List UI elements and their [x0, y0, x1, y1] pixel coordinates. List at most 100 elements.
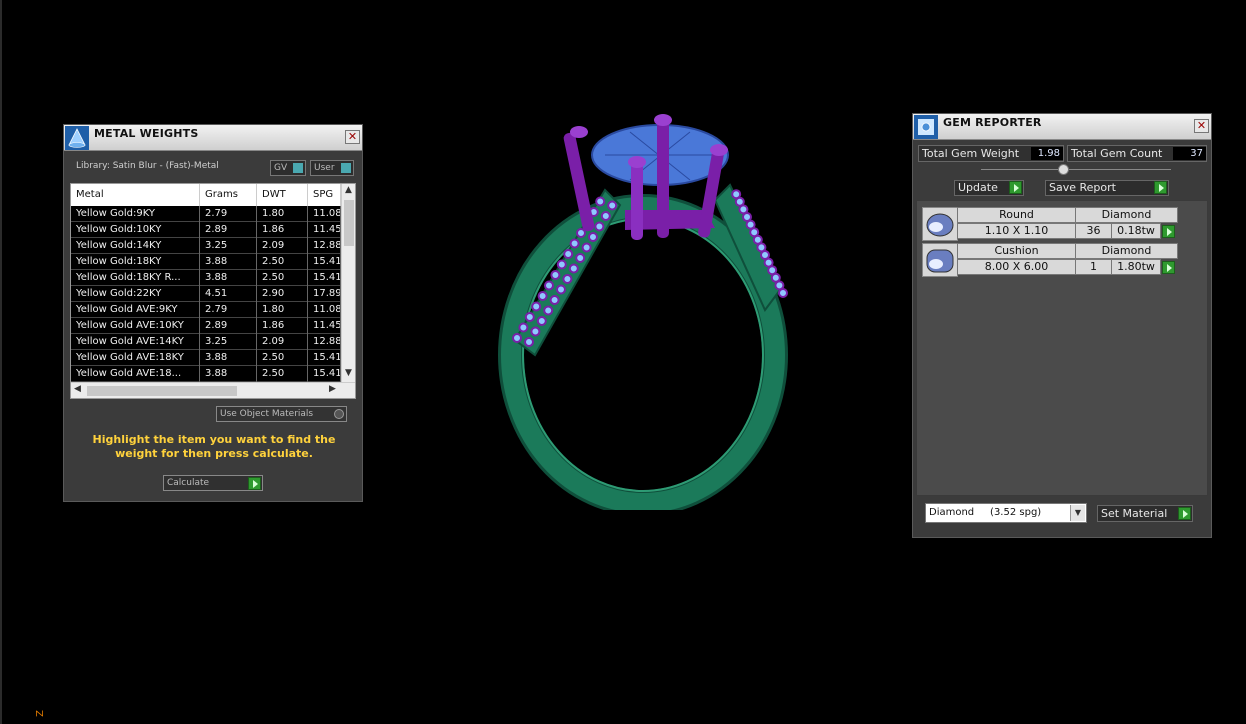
slider-handle[interactable]	[1058, 164, 1069, 175]
prong-tip	[654, 114, 672, 126]
play-arrow-icon[interactable]	[1162, 261, 1175, 274]
spg-cell: 11.45	[308, 222, 341, 238]
update-button[interactable]: Update	[954, 180, 1024, 196]
metal-cell: Yellow Gold:22KY	[71, 286, 200, 302]
table-row[interactable]: Yellow Gold:9KY 2.79 1.80 11.08	[71, 206, 341, 222]
grams-cell: 2.89	[200, 318, 257, 334]
metal-cell: Yellow Gold AVE:18...	[71, 366, 200, 382]
ring-3d-viewport[interactable]	[495, 110, 805, 510]
grams-cell: 3.88	[200, 366, 257, 382]
accent-stone	[531, 301, 542, 312]
play-arrow-icon[interactable]	[1162, 225, 1175, 238]
spg-cell: 12.88	[308, 238, 341, 254]
close-icon[interactable]: ✕	[1194, 119, 1209, 133]
vertical-scrollbar[interactable]: ▲ ▼	[341, 184, 355, 382]
gem-size: 8.00 X 6.00	[957, 259, 1076, 275]
grams-cell: 4.51	[200, 286, 257, 302]
metal-cell: Yellow Gold:10KY	[71, 222, 200, 238]
gem-weight: 0.18tw	[1111, 223, 1161, 239]
table-row[interactable]: Yellow Gold:14KY 3.25 2.09 12.88	[71, 238, 341, 254]
scroll-thumb[interactable]	[87, 386, 237, 396]
gem-row[interactable]: Cushion Diamond 8.00 X 6.00 1 1.80tw	[922, 243, 1180, 277]
play-arrow-icon	[1009, 181, 1022, 194]
table-row[interactable]: Yellow Gold AVE:18KY 3.88 2.50 15.41	[71, 350, 341, 366]
accent-stone	[594, 221, 605, 232]
scroll-left-icon[interactable]: ◀	[74, 384, 81, 394]
gv-toggle[interactable]: GV	[270, 160, 306, 176]
close-icon[interactable]: ✕	[345, 130, 360, 144]
use-object-materials-label: Use Object Materials	[220, 409, 314, 419]
total-gem-weight: Total Gem Weight 1.98	[918, 145, 1064, 162]
panel-title: METAL WEIGHTS	[94, 127, 199, 140]
dwt-cell: 2.50	[257, 350, 308, 366]
accent-stone	[543, 305, 554, 316]
scroll-up-icon[interactable]: ▲	[345, 185, 352, 195]
gem-count: 1	[1075, 259, 1112, 275]
update-label: Update	[958, 181, 998, 194]
metal-weights-titlebar[interactable]: METAL WEIGHTS ✕	[64, 125, 362, 151]
scroll-thumb[interactable]	[344, 200, 354, 246]
prong-tip	[628, 156, 646, 168]
cone-icon	[65, 126, 89, 150]
gem-type: Diamond	[1075, 207, 1178, 223]
round-gem-icon	[922, 207, 958, 241]
report-icon	[914, 115, 938, 139]
material-select-value: Diamond (3.52 spg)	[929, 507, 1042, 518]
set-material-button[interactable]: Set Material	[1097, 505, 1193, 522]
table-row[interactable]: Yellow Gold:18KY 3.88 2.50 15.41	[71, 254, 341, 270]
column-header-dwt[interactable]: DWT	[257, 184, 308, 206]
dwt-cell: 2.50	[257, 366, 308, 382]
calculate-button[interactable]: Calculate	[163, 475, 263, 491]
column-header-metal[interactable]: Metal	[71, 184, 200, 206]
radio-icon	[334, 409, 344, 419]
save-report-label: Save Report	[1049, 181, 1116, 194]
dwt-cell: 2.50	[257, 254, 308, 270]
gem-row[interactable]: Round Diamond 1.10 X 1.10 36 0.18tw	[922, 207, 1180, 241]
metal-table: Metal Grams DWT SPG Yellow Gold:9KY 2.79 1…	[70, 183, 356, 399]
scroll-down-icon[interactable]: ▼	[345, 368, 352, 378]
grams-cell: 3.25	[200, 238, 257, 254]
total-gem-count-label: Total Gem Count	[1071, 147, 1163, 160]
accent-stone	[556, 284, 566, 295]
table-row[interactable]: Yellow Gold AVE:14KY 3.25 2.09 12.88	[71, 334, 341, 350]
gem-type: Diamond	[1075, 243, 1178, 259]
spg-cell: 12.88	[308, 334, 341, 350]
table-row[interactable]: Yellow Gold:18KY R... 3.88 2.50 15.41	[71, 270, 341, 286]
total-gem-count-value: 37	[1173, 147, 1206, 160]
user-toggle[interactable]: User	[310, 160, 354, 176]
dwt-cell: 1.86	[257, 222, 308, 238]
column-header-grams[interactable]: Grams	[200, 184, 257, 206]
table-row[interactable]: Yellow Gold:22KY 4.51 2.90 17.89	[71, 286, 341, 302]
save-report-button[interactable]: Save Report	[1045, 180, 1169, 196]
chevron-down-icon[interactable]: ▼	[1070, 505, 1085, 521]
spg-cell: 11.08	[308, 206, 341, 222]
column-header-spg[interactable]: SPG	[308, 184, 341, 206]
gem-weight: 1.80tw	[1111, 259, 1161, 275]
table-row[interactable]: Yellow Gold:10KY 2.89 1.86 11.45	[71, 222, 341, 238]
dwt-cell: 1.80	[257, 302, 308, 318]
spg-cell: 11.08	[308, 302, 341, 318]
accent-stone	[530, 326, 541, 337]
table-body: Yellow Gold:9KY 2.79 1.80 11.08 Yellow Gold:…	[71, 206, 341, 382]
dwt-cell: 2.50	[257, 270, 308, 286]
scroll-right-icon[interactable]: ▶	[329, 384, 336, 394]
accent-stone	[512, 333, 522, 343]
user-toggle-label: User	[314, 163, 335, 173]
dwt-cell: 2.90	[257, 286, 308, 302]
metal-cell: Yellow Gold:18KY R...	[71, 270, 200, 286]
metal-cell: Yellow Gold AVE:18KY	[71, 350, 200, 366]
table-row[interactable]: Yellow Gold AVE:18... 3.88 2.50 15.41	[71, 366, 341, 382]
panel-title: GEM REPORTER	[943, 116, 1042, 129]
spg-cell: 15.41	[308, 270, 341, 286]
gem-shape: Round	[957, 207, 1076, 223]
grams-cell: 3.88	[200, 254, 257, 270]
horizontal-scrollbar[interactable]: ◀ ▶	[71, 382, 355, 398]
material-select[interactable]: Diamond (3.52 spg) ▼	[925, 503, 1087, 523]
accent-stone	[536, 316, 547, 326]
use-object-materials-button[interactable]: Use Object Materials	[216, 406, 347, 422]
table-row[interactable]: Yellow Gold AVE:10KY 2.89 1.86 11.45	[71, 318, 341, 334]
table-row[interactable]: Yellow Gold AVE:9KY 2.79 1.80 11.08	[71, 302, 341, 318]
library-label: Library: Satin Blur - (Fast)-Metal	[76, 161, 219, 171]
gem-reporter-titlebar[interactable]: GEM REPORTER ✕	[913, 114, 1211, 140]
dwt-cell: 2.09	[257, 334, 308, 350]
